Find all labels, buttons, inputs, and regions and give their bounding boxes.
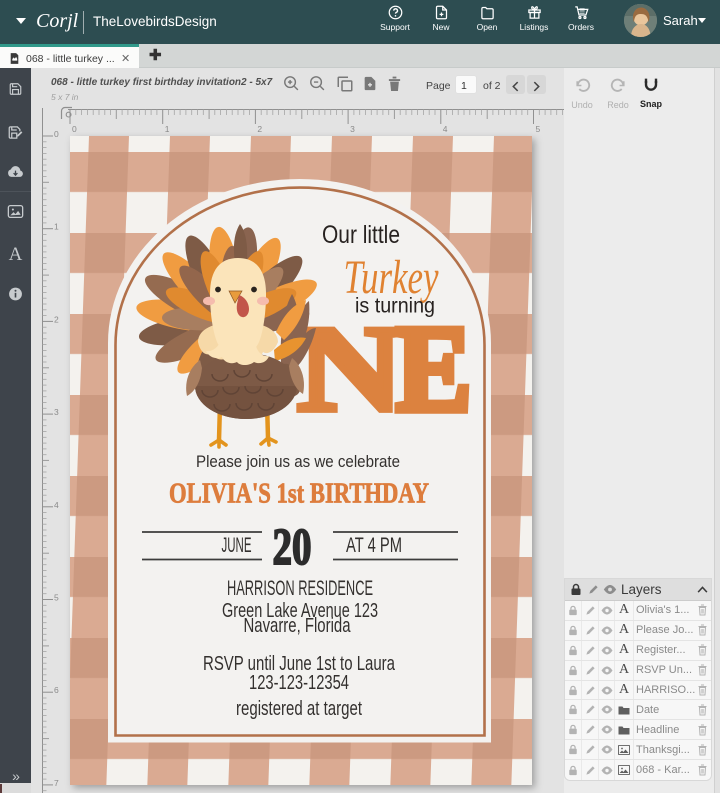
svg-text:7: 7 (54, 778, 59, 788)
svg-text:20: 20 (273, 518, 312, 576)
svg-text:5: 5 (54, 593, 59, 603)
svg-text:Please join us as we celebrate: Please join us as we celebrate (196, 453, 400, 471)
svg-text:HARRISON RESIDENCE: HARRISON RESIDENCE (227, 576, 373, 600)
svg-text:AT 4 PM: AT 4 PM (346, 534, 402, 557)
svg-text:is turning: is turning (355, 295, 435, 318)
svg-text:2: 2 (54, 314, 59, 324)
svg-text:JUNE: JUNE (222, 534, 252, 557)
svg-text:Navarre, Florida: Navarre, Florida (244, 614, 351, 637)
svg-text:1: 1 (54, 222, 59, 232)
svg-text:6: 6 (54, 685, 59, 695)
svg-text:3: 3 (350, 124, 355, 134)
svg-text:OLIVIA'S 1st BIRTHDAY: OLIVIA'S 1st BIRTHDAY (169, 479, 429, 510)
svg-text:0: 0 (54, 129, 59, 139)
svg-text:3: 3 (54, 407, 59, 417)
svg-text:E: E (396, 301, 471, 437)
svg-text:4: 4 (54, 500, 59, 510)
svg-text:registered at target: registered at target (236, 698, 362, 720)
svg-text:Our little: Our little (322, 221, 400, 249)
svg-text:1: 1 (165, 124, 170, 134)
svg-text:0: 0 (72, 124, 77, 134)
svg-text:4: 4 (443, 124, 448, 134)
svg-text:5: 5 (536, 124, 541, 134)
svg-text:2: 2 (257, 124, 262, 134)
svg-text:N: N (297, 301, 404, 437)
svg-text:123-123-12354: 123-123-12354 (249, 671, 349, 694)
